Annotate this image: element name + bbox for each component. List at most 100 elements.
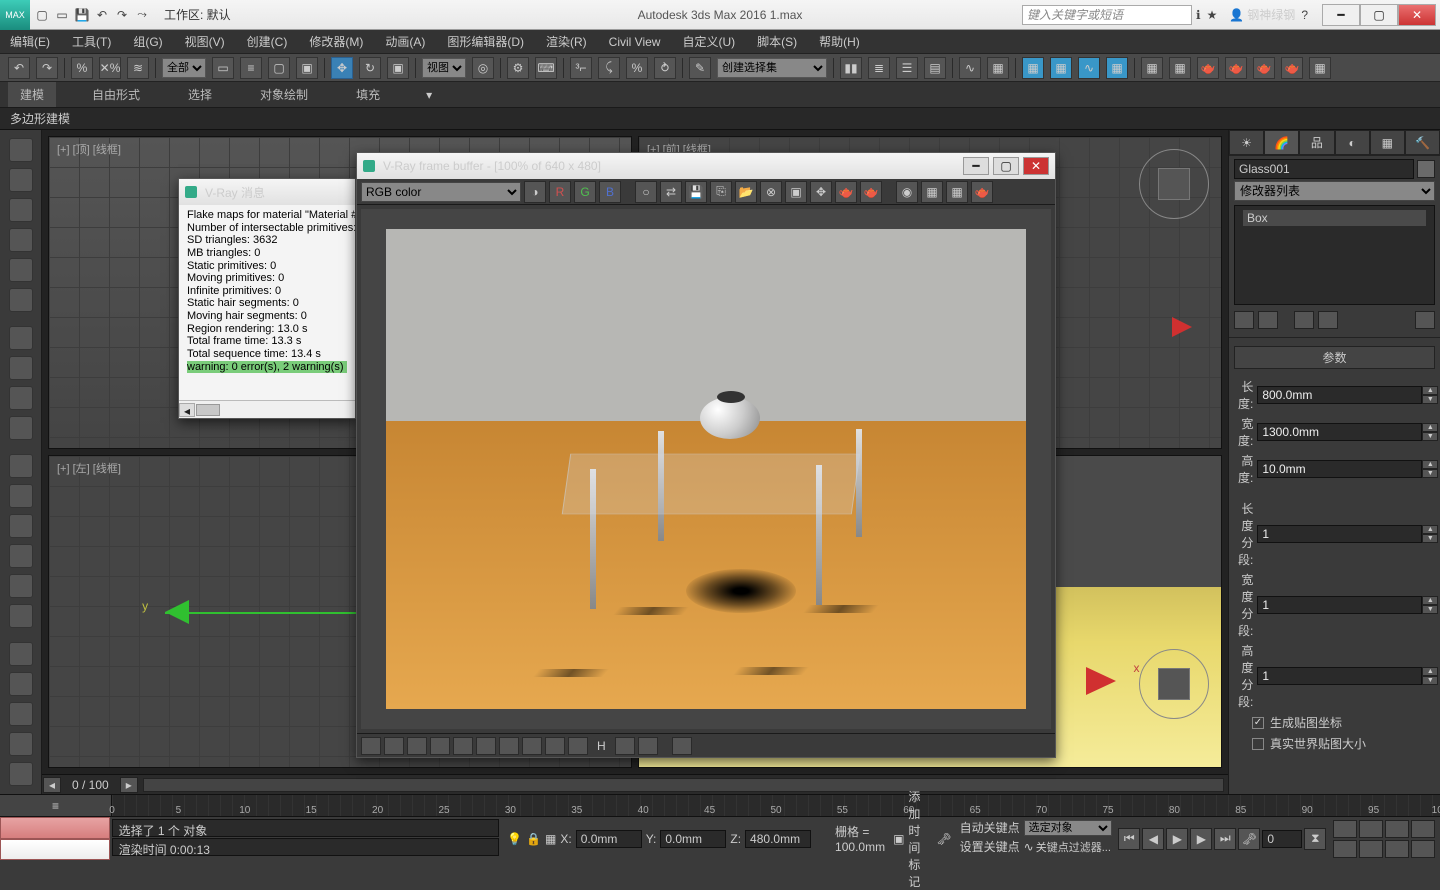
spinner-snap-button[interactable]: ⥁ (654, 57, 676, 79)
display-tab-icon[interactable]: ▦ (1370, 130, 1405, 155)
zoom-all-button[interactable] (1359, 820, 1383, 838)
pick-material-button[interactable]: ∿ (1078, 57, 1100, 79)
key-target-select[interactable]: 选定对象 (1024, 820, 1113, 836)
pivot-button[interactable]: ◎ (472, 57, 494, 79)
real-world-checkbox[interactable] (1252, 738, 1264, 750)
menu-tools[interactable]: 工具(T) (72, 33, 111, 50)
sphere2-icon[interactable] (9, 604, 33, 628)
unlink-button[interactable]: ✕% (99, 57, 121, 79)
link-icon[interactable]: ⤳ (134, 7, 150, 23)
viewport-top-label[interactable]: [+] [顶] [线框] (57, 141, 121, 157)
vfb-canvas[interactable] (361, 209, 1051, 729)
vfb-sb7[interactable] (499, 737, 519, 755)
ribbon-tab-object-paint[interactable]: 对象绘制 (248, 82, 320, 107)
time-next-button[interactable]: ▸ (120, 777, 138, 793)
select-region-button[interactable]: ▢ (268, 57, 290, 79)
menu-create[interactable]: 创建(C) (247, 33, 288, 50)
modifier-stack-item[interactable]: Box (1243, 210, 1426, 226)
lightbulb-icon[interactable]: 💡 (507, 832, 522, 846)
menu-group[interactable]: 组(G) (133, 33, 162, 50)
scroll-left-button[interactable]: ◂ (179, 403, 195, 417)
key-filters-button[interactable]: 关键点过滤器... (1036, 839, 1113, 855)
motion-tab-icon[interactable]: ◐ (1335, 130, 1370, 155)
rendered-frame-button[interactable]: ▦ (1169, 57, 1191, 79)
grid-icon[interactable] (9, 288, 33, 312)
selection-filter-select[interactable]: 全部 (162, 58, 206, 78)
foliage-icon[interactable] (9, 702, 33, 726)
vfb-history-button[interactable]: ▦ (921, 181, 943, 203)
params-rollout-header[interactable]: 参数 (1234, 346, 1435, 369)
menu-animation[interactable]: 动画(A) (385, 33, 425, 50)
maximize-viewport-button[interactable] (1411, 840, 1435, 858)
remove-modifier-button[interactable] (1318, 311, 1338, 329)
render-teapot-icon[interactable]: 🫖 (1197, 57, 1219, 79)
close-button[interactable]: ✕ (1398, 4, 1436, 26)
wsegs-input[interactable] (1257, 596, 1422, 614)
render-iter-icon[interactable]: 🫖 (1225, 57, 1247, 79)
sphere-primitive-icon[interactable] (9, 454, 33, 478)
teapot-icon[interactable] (9, 138, 33, 162)
vfb-track-mouse-button[interactable]: ✥ (810, 181, 832, 203)
prev-frame-button[interactable]: ◀ (1142, 828, 1164, 850)
light-icon[interactable] (9, 386, 33, 410)
menu-view[interactable]: 视图(V) (185, 33, 225, 50)
vfb-render-button[interactable]: 🫖 (835, 181, 857, 203)
array-icon[interactable] (9, 258, 33, 282)
vfb-mono-button[interactable]: ○ (635, 181, 657, 203)
spinner-up[interactable]: ▲ (1422, 386, 1438, 395)
camera-icon[interactable] (9, 326, 33, 350)
subribbon-label[interactable]: 多边形建模 (10, 110, 70, 127)
maximize-button[interactable]: ▢ (1360, 4, 1398, 26)
maxscript-input[interactable] (0, 839, 110, 861)
menu-edit[interactable]: 编辑(E) (10, 33, 50, 50)
time-prev-button[interactable]: ◂ (43, 777, 61, 793)
menu-graph-editors[interactable]: 图形编辑器(D) (447, 33, 524, 50)
user-label[interactable]: 👤钢神绿钢 (1229, 6, 1295, 23)
time-slider[interactable]: ◂ 0 / 100 ▸ (42, 774, 1228, 794)
vfb-cc-button[interactable]: ▦ (946, 181, 968, 203)
z-input[interactable] (745, 830, 811, 848)
state-sets-button[interactable]: ▦ (1106, 57, 1128, 79)
color-icon[interactable] (9, 198, 33, 222)
undo-icon[interactable]: ↶ (94, 7, 110, 23)
tree-icon[interactable] (9, 642, 33, 666)
vfb-h-label[interactable]: H (591, 739, 612, 753)
key-icon[interactable]: 🗝 (936, 832, 951, 846)
vfb-switch-button[interactable]: ⇄ (660, 181, 682, 203)
object-name-input[interactable] (1234, 159, 1414, 179)
utilities-tab-icon[interactable]: 🔨 (1405, 130, 1440, 155)
grass-icon[interactable] (9, 762, 33, 786)
star-icon[interactable]: ★ (1207, 8, 1218, 22)
tag-icon[interactable]: ▣ (893, 832, 904, 846)
vray-frame-buffer-window[interactable]: V-Ray frame buffer - [100% of 640 x 480]… (356, 152, 1056, 758)
scale-button[interactable]: ▣ (387, 57, 409, 79)
hierarchy-tab-icon[interactable]: 品 (1299, 130, 1334, 155)
select-by-name-button[interactable]: ≡ (240, 57, 262, 79)
manipulate-button[interactable]: ⚙ (507, 57, 529, 79)
vfb-channel-select[interactable]: RGB color (361, 182, 521, 202)
vfb-green-button[interactable]: G (574, 181, 596, 203)
vfb-sb8[interactable] (522, 737, 542, 755)
ribbon-tab-populate[interactable]: 填充 (344, 82, 392, 107)
vfb-rgb-button[interactable]: ◑ (524, 181, 546, 203)
create-tab-icon[interactable]: ☀ (1229, 130, 1264, 155)
mat-explorer-button[interactable]: ▦ (1050, 57, 1072, 79)
show-end-result-button[interactable] (1258, 311, 1278, 329)
object-color-swatch[interactable] (1417, 160, 1435, 178)
vfb-sb12[interactable] (638, 737, 658, 755)
autokey-button[interactable]: 自动关键点 (960, 819, 1022, 836)
teapot-primitive-icon[interactable] (9, 514, 33, 538)
vfb-sb11[interactable] (615, 737, 635, 755)
vfb-lens-button[interactable]: ◉ (896, 181, 918, 203)
vfb-copy-button[interactable]: ▣ (785, 181, 807, 203)
help-icon[interactable]: ? (1301, 8, 1308, 22)
goto-end-button[interactable]: ⏭ (1214, 828, 1236, 850)
reference-coord-select[interactable]: 视图 (422, 58, 466, 78)
track-toggle-icon[interactable]: ≡ (0, 795, 112, 816)
zoom-extents-all-button[interactable] (1411, 820, 1435, 838)
angle-snap-button[interactable]: ⤹ (598, 57, 620, 79)
vfb-load-button[interactable]: 📂 (735, 181, 757, 203)
vfb-sb4[interactable] (430, 737, 450, 755)
orbit-button[interactable] (1385, 840, 1409, 858)
make-unique-button[interactable] (1294, 311, 1314, 329)
